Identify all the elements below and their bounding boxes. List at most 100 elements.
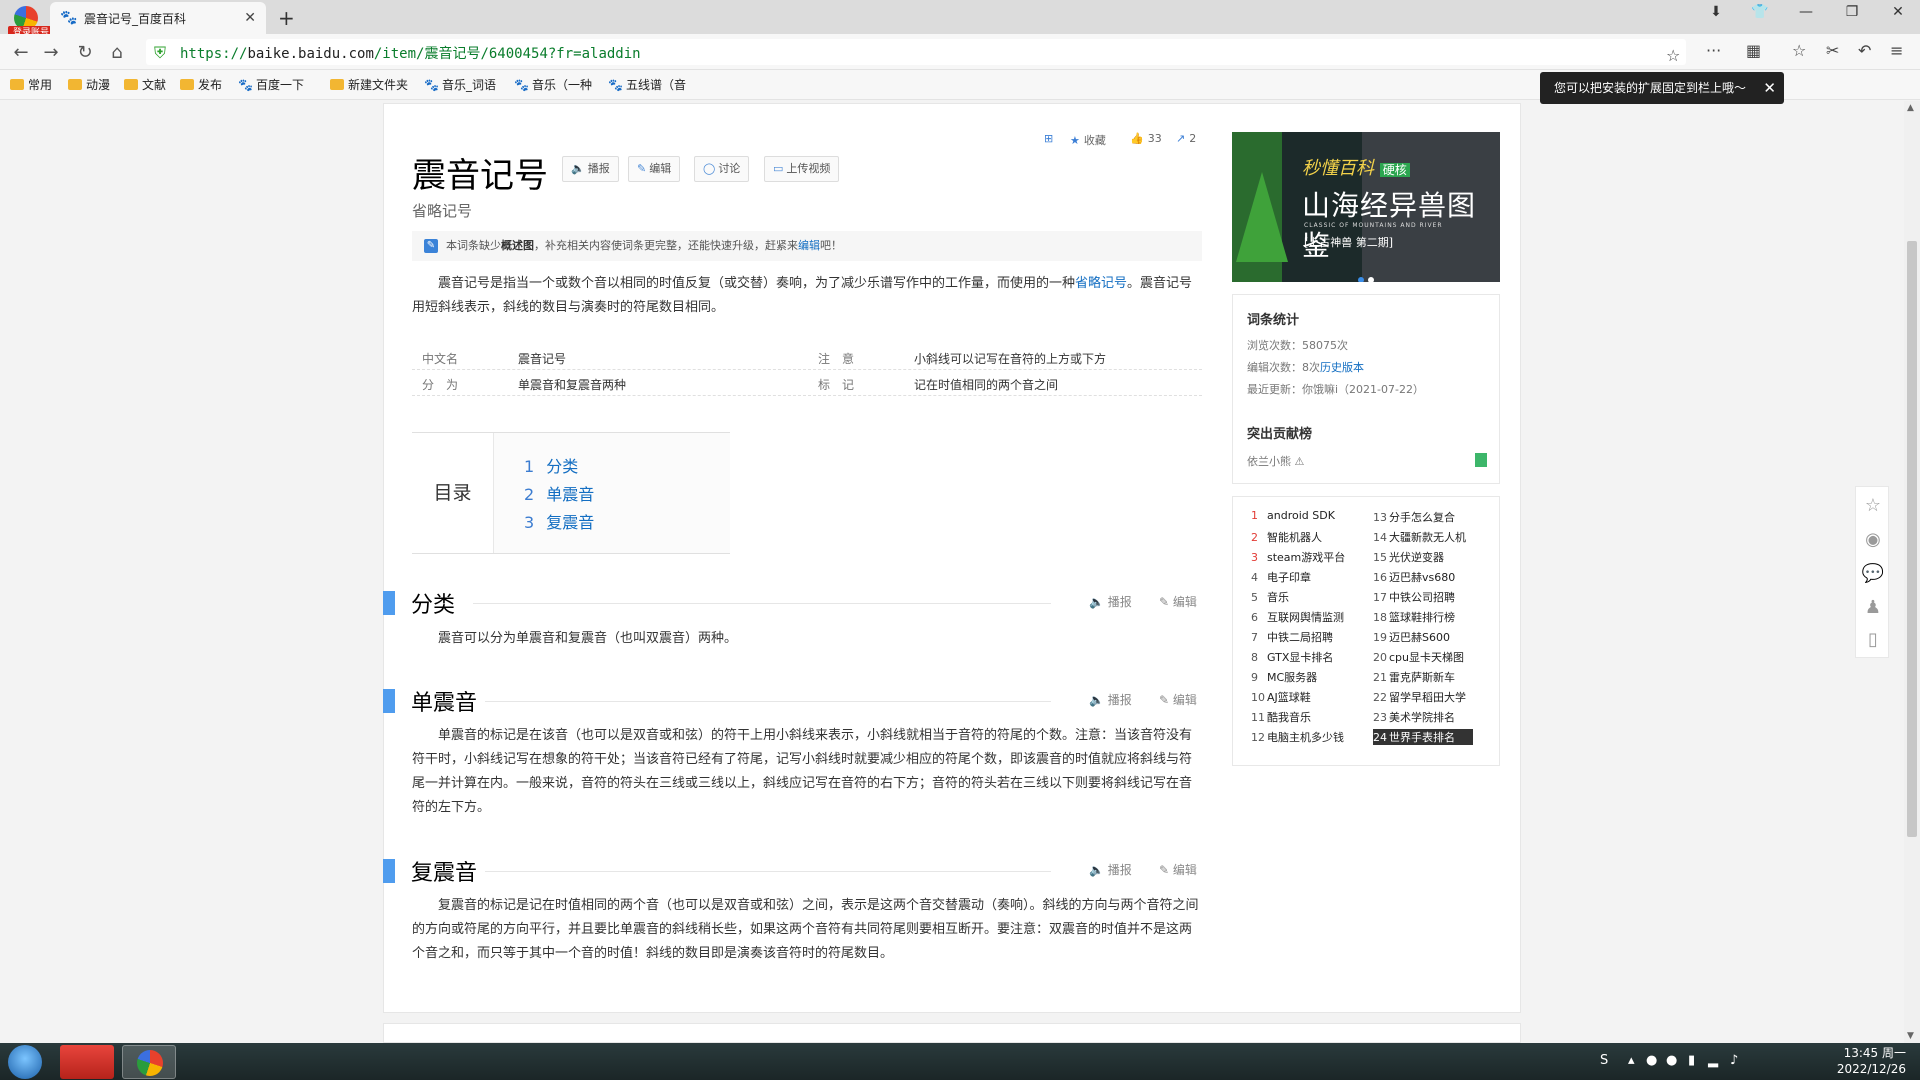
start-button[interactable] [8, 1045, 42, 1079]
read-aloud-button[interactable]: 🔈 播报 [562, 156, 619, 182]
bookmark-folder[interactable]: 发布 [180, 76, 222, 93]
more-icon[interactable]: ··· [1706, 41, 1721, 60]
catalog-item[interactable]: 1 分类 [524, 453, 578, 477]
skin-icon[interactable]: 👕 [1746, 4, 1774, 20]
security-icon[interactable]: ● [1666, 1053, 1677, 1068]
bookmark-link[interactable]: 🐾 音乐（一种 [514, 76, 592, 93]
list-item[interactable]: 23 美术学院排名 [1373, 709, 1455, 725]
list-item[interactable]: 24 世界手表排名 [1373, 729, 1473, 745]
bookmark-folder[interactable]: 新建文件夹 [330, 76, 408, 93]
section-read-button[interactable]: 🔈 播报 [1089, 593, 1132, 610]
list-item[interactable]: 3 steam游戏平台 [1251, 549, 1345, 565]
tab-baike[interactable]: 🐾 震音记号_百度百科 ✕ [50, 2, 266, 34]
bookmark-folder[interactable]: 动漫 [68, 76, 110, 93]
history-versions-link[interactable]: 历史版本 [1320, 361, 1364, 374]
promo-banner[interactable]: 秒懂百科 硬核 山海经异兽图鉴 CLASSIC OF MOUNTAINS AND… [1232, 132, 1500, 282]
minimize-button[interactable]: — [1792, 4, 1820, 20]
list-item[interactable]: 11 酷我音乐 [1251, 709, 1311, 725]
list-item[interactable]: 9 MC服务器 [1251, 669, 1317, 685]
star-icon[interactable]: ☆ [1856, 495, 1890, 516]
list-item[interactable]: 5 音乐 [1251, 589, 1289, 605]
wps-app-icon[interactable] [60, 1045, 114, 1079]
share-button[interactable]: ↗ 2 [1176, 132, 1196, 145]
wechat-icon[interactable]: ● [1646, 1053, 1657, 1068]
browser-app-icon[interactable] [122, 1045, 176, 1079]
list-item[interactable]: 6 互联网舆情监测 [1251, 609, 1344, 625]
forward-arrow-icon[interactable]: → [40, 42, 62, 63]
list-item[interactable]: 18 篮球鞋排行榜 [1373, 609, 1455, 625]
list-item[interactable]: 16 迈巴赫vs680 [1373, 569, 1455, 585]
volume-icon[interactable]: ♪ [1730, 1053, 1738, 1068]
undo-icon[interactable]: ↶ [1858, 41, 1871, 60]
wechat-icon[interactable]: 💬 [1856, 563, 1890, 584]
catalog-item[interactable]: 2 单震音 [524, 481, 594, 505]
bookmark-link[interactable]: 🐾 百度一下 [238, 76, 304, 93]
upload-video-button[interactable]: ▭ 上传视频 [764, 156, 840, 182]
carousel-dots[interactable] [1358, 268, 1378, 282]
section-edit-button[interactable]: ✎ 编辑 [1159, 861, 1197, 878]
network-icon[interactable]: ▮ [1688, 1053, 1695, 1068]
new-tab-button[interactable]: + [278, 6, 295, 30]
list-item[interactable]: 4 电子印章 [1251, 569, 1311, 585]
section-edit-button[interactable]: ✎ 编辑 [1159, 691, 1197, 708]
list-item[interactable]: 19 迈巴赫S600 [1373, 629, 1450, 645]
page-scrollbar[interactable]: ▲ ▼ [1904, 101, 1920, 1043]
taskbar-clock[interactable]: 13:45 周一 2022/12/26 [1837, 1045, 1906, 1077]
edit-button[interactable]: ✎ 编辑 [628, 156, 681, 182]
browser-logo[interactable]: 登录账号 [8, 4, 54, 40]
list-item[interactable]: 17 中铁公司招聘 [1373, 589, 1455, 605]
bookmark-link[interactable]: 🐾 音乐_词语 [424, 76, 496, 93]
collect-button[interactable]: ★ 收藏 [1070, 132, 1106, 148]
scroll-up-icon[interactable]: ▲ [1907, 103, 1914, 113]
grid-icon[interactable]: ▦ [1746, 41, 1761, 60]
address-bar[interactable]: ⛨ https://baike.baidu.com/item/震音记号/6400… [146, 39, 1686, 65]
list-item[interactable]: 20 cpu显卡天梯图 [1373, 649, 1464, 665]
mobile-icon[interactable]: ▯ [1856, 629, 1890, 650]
back-arrow-icon[interactable]: ← [10, 42, 32, 63]
catalog-item[interactable]: 3 复震音 [524, 509, 594, 533]
discuss-button[interactable]: ◯ 讨论 [694, 156, 750, 182]
section-read-button[interactable]: 🔈 播报 [1089, 861, 1132, 878]
list-item[interactable]: 13 分手怎么复合 [1373, 509, 1455, 525]
list-item[interactable]: 15 光伏逆变器 [1373, 549, 1444, 565]
intro-link[interactable]: 省略记号 [1075, 276, 1127, 291]
bookmark-folder[interactable]: 文献 [124, 76, 166, 93]
close-icon[interactable]: ✕ [244, 10, 256, 26]
bookmark-icon[interactable] [1475, 453, 1487, 467]
list-item[interactable]: 2 智能机器人 [1251, 529, 1322, 545]
add-icon[interactable]: ⊞ [1044, 132, 1057, 145]
bookmark-folder[interactable]: 常用 [10, 76, 52, 93]
list-item[interactable]: 1 android SDK [1251, 509, 1335, 522]
star-icon[interactable]: ☆ [1666, 46, 1680, 65]
scroll-down-icon[interactable]: ▼ [1907, 1031, 1914, 1041]
list-item[interactable]: 12 电脑主机多少钱 [1251, 729, 1344, 745]
list-item[interactable]: 10 AJ篮球鞋 [1251, 689, 1311, 705]
list-item[interactable]: 14 大疆新款无人机 [1373, 529, 1466, 545]
weibo-icon[interactable]: ◉ [1856, 529, 1890, 550]
list-item[interactable]: 7 中铁二局招聘 [1251, 629, 1333, 645]
notice-edit-link[interactable]: 编辑 [798, 239, 820, 252]
section-edit-button[interactable]: ✎ 编辑 [1159, 593, 1197, 610]
window-close-button[interactable]: ✕ [1884, 4, 1912, 20]
signal-icon[interactable]: ▂ [1708, 1053, 1718, 1068]
like-button[interactable]: 👍 33 [1130, 132, 1162, 145]
list-item[interactable]: 22 留学早稻田大学 [1373, 689, 1466, 705]
section-read-button[interactable]: 🔈 播报 [1089, 691, 1132, 708]
download-icon[interactable]: ⬇ [1702, 4, 1730, 20]
url-text[interactable]: https://baike.baidu.com/item/震音记号/640045… [180, 43, 641, 63]
home-icon[interactable]: ⌂ [106, 42, 128, 63]
tray-expand-icon[interactable]: ▴ [1628, 1053, 1635, 1068]
list-item[interactable]: 8 GTX显卡排名 [1251, 649, 1333, 665]
qq-icon[interactable]: ♟ [1856, 597, 1890, 618]
list-item[interactable]: 21 雷克萨斯新车 [1373, 669, 1455, 685]
close-icon[interactable]: ✕ [1763, 72, 1776, 104]
scrollbar-thumb[interactable] [1907, 241, 1917, 837]
reload-icon[interactable]: ↻ [74, 42, 96, 63]
sogou-icon[interactable]: S [1600, 1053, 1608, 1068]
scissors-icon[interactable]: ✂ [1826, 41, 1839, 60]
restore-button[interactable]: ❐ [1838, 4, 1866, 20]
contributor-name[interactable]: 依兰小熊 ⚠ [1247, 453, 1304, 469]
bookmark-link[interactable]: 🐾 五线谱（音 [608, 76, 686, 93]
menu-icon[interactable]: ≡ [1890, 41, 1903, 60]
favorites-icon[interactable]: ☆ [1792, 41, 1806, 60]
